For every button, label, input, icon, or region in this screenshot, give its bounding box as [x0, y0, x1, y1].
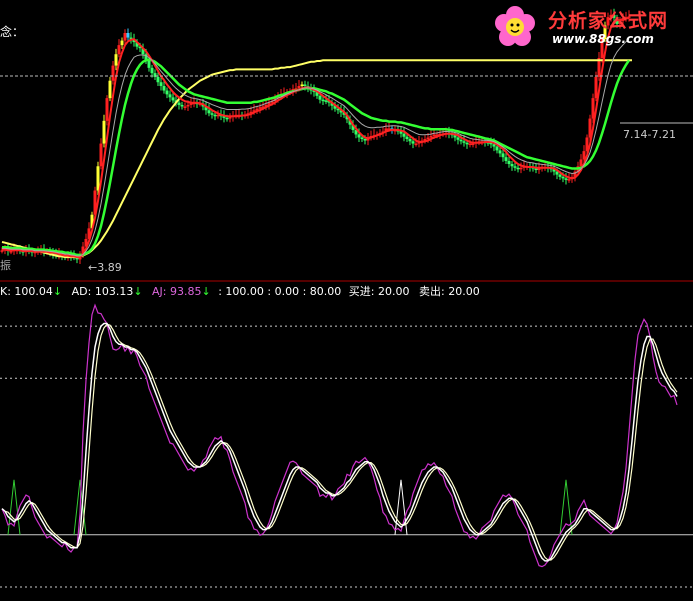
- buy-value: 买进: 20.00: [348, 285, 410, 298]
- candle-body: [105, 98, 109, 121]
- low-price-label: ←3.89: [88, 261, 122, 274]
- candle-body: [594, 76, 598, 99]
- candle-body: [156, 76, 160, 83]
- candle-body: [321, 99, 325, 102]
- candle-body: [180, 104, 184, 107]
- candle-body: [207, 110, 211, 114]
- candle-body: [513, 166, 517, 168]
- candle-body: [501, 153, 505, 158]
- moving-average-layer: [1, 16, 632, 259]
- candle-body: [150, 67, 154, 74]
- candle-body: [225, 117, 229, 120]
- candle-body: [510, 164, 514, 167]
- ad-line: [1, 323, 678, 561]
- signal-spike: [559, 479, 573, 535]
- candle-body: [414, 143, 418, 146]
- candle-body: [159, 82, 163, 87]
- levels-value: : 100.00 : 0.00 : 80.00: [218, 285, 342, 298]
- candle-body: [186, 104, 190, 107]
- ad-arrow-icon: ↓: [133, 285, 143, 298]
- candle-body: [429, 135, 433, 138]
- candle-body: [126, 33, 130, 38]
- candle-body: [411, 141, 415, 144]
- candle-body: [177, 102, 181, 105]
- ma-gray-line: [2, 38, 630, 257]
- candle-body: [123, 33, 127, 41]
- candle-body: [402, 133, 406, 137]
- candle-body: [456, 137, 460, 140]
- candle-body: [216, 114, 220, 117]
- chart-root: 念： 分析家公式网 www.88gs.com 7.14-7.21 ←3.89 振…: [0, 0, 693, 601]
- candle-body: [519, 167, 523, 170]
- candle-body: [561, 176, 565, 179]
- candle-body: [405, 136, 409, 140]
- candle-body: [108, 80, 112, 99]
- candle-body: [432, 134, 436, 136]
- candle-body: [498, 150, 502, 154]
- candle-body: [168, 94, 172, 98]
- aj-line: [1, 303, 678, 568]
- range-label: 7.14-7.21: [623, 128, 676, 141]
- candle-body: [117, 45, 121, 55]
- candle-body: [564, 178, 568, 180]
- candle-body: [120, 40, 124, 46]
- candle-body: [318, 95, 322, 100]
- candle-body: [171, 97, 175, 101]
- logo-name: 分析家公式网: [548, 10, 669, 32]
- site-logo: 分析家公式网 www.88gs.com: [490, 2, 690, 52]
- candle-body: [300, 84, 304, 87]
- sell-value: 卖出: 20.00: [419, 285, 480, 298]
- candle-body: [462, 141, 466, 143]
- candle-body: [360, 137, 364, 140]
- k-arrow-icon: ↓: [52, 285, 63, 298]
- candle-body: [213, 114, 217, 117]
- candle-body: [591, 98, 595, 119]
- logo-url: www.88gs.com: [552, 32, 654, 46]
- candle-body: [258, 107, 262, 109]
- candle-body: [324, 100, 328, 102]
- candle-body: [183, 106, 187, 108]
- candle-body: [114, 54, 118, 66]
- price-chart: [0, 8, 693, 588]
- candle-body: [465, 142, 469, 145]
- candle-body: [516, 167, 520, 170]
- low-price-value: 3.89: [97, 261, 122, 274]
- flower-icon: [495, 6, 535, 46]
- aj-arrow-icon: ↓: [201, 285, 211, 298]
- candle-body: [363, 139, 367, 141]
- candle-body: [111, 65, 115, 81]
- candle-body: [426, 137, 430, 140]
- candle-body: [99, 143, 103, 167]
- indicator-header: K: 100.04↓ AD: 103.13↓ AJ: 93.85↓ : 100.…: [0, 285, 480, 298]
- candle-body: [507, 160, 511, 164]
- oscillator-layer: [0, 303, 693, 588]
- candle-body: [162, 86, 166, 91]
- candle-body: [297, 86, 301, 89]
- ad-value: AD: 103.13: [71, 285, 134, 298]
- candle-body: [492, 144, 496, 147]
- candle-body: [408, 139, 412, 142]
- aj-value: AJ: 93.85: [152, 285, 202, 298]
- candle-body: [459, 139, 463, 142]
- candle-body: [504, 157, 508, 161]
- indicator-name: 念：: [0, 25, 25, 39]
- candle-body: [468, 143, 472, 146]
- candle-body: [303, 84, 307, 87]
- candle-body: [102, 120, 106, 144]
- candle-body: [210, 113, 214, 115]
- candle-body: [357, 134, 361, 138]
- ma-red-line: [2, 16, 630, 259]
- candle-body: [96, 166, 100, 191]
- candle-body: [567, 179, 571, 181]
- left-tag: 振: [0, 259, 11, 272]
- candle-body: [165, 90, 169, 95]
- candle-body: [579, 159, 583, 167]
- candle-body: [147, 61, 151, 68]
- left-arrow-icon: ←: [88, 261, 98, 274]
- k-value: K: 100.04: [0, 285, 53, 298]
- candle-body: [495, 146, 499, 151]
- candle-body: [558, 174, 562, 177]
